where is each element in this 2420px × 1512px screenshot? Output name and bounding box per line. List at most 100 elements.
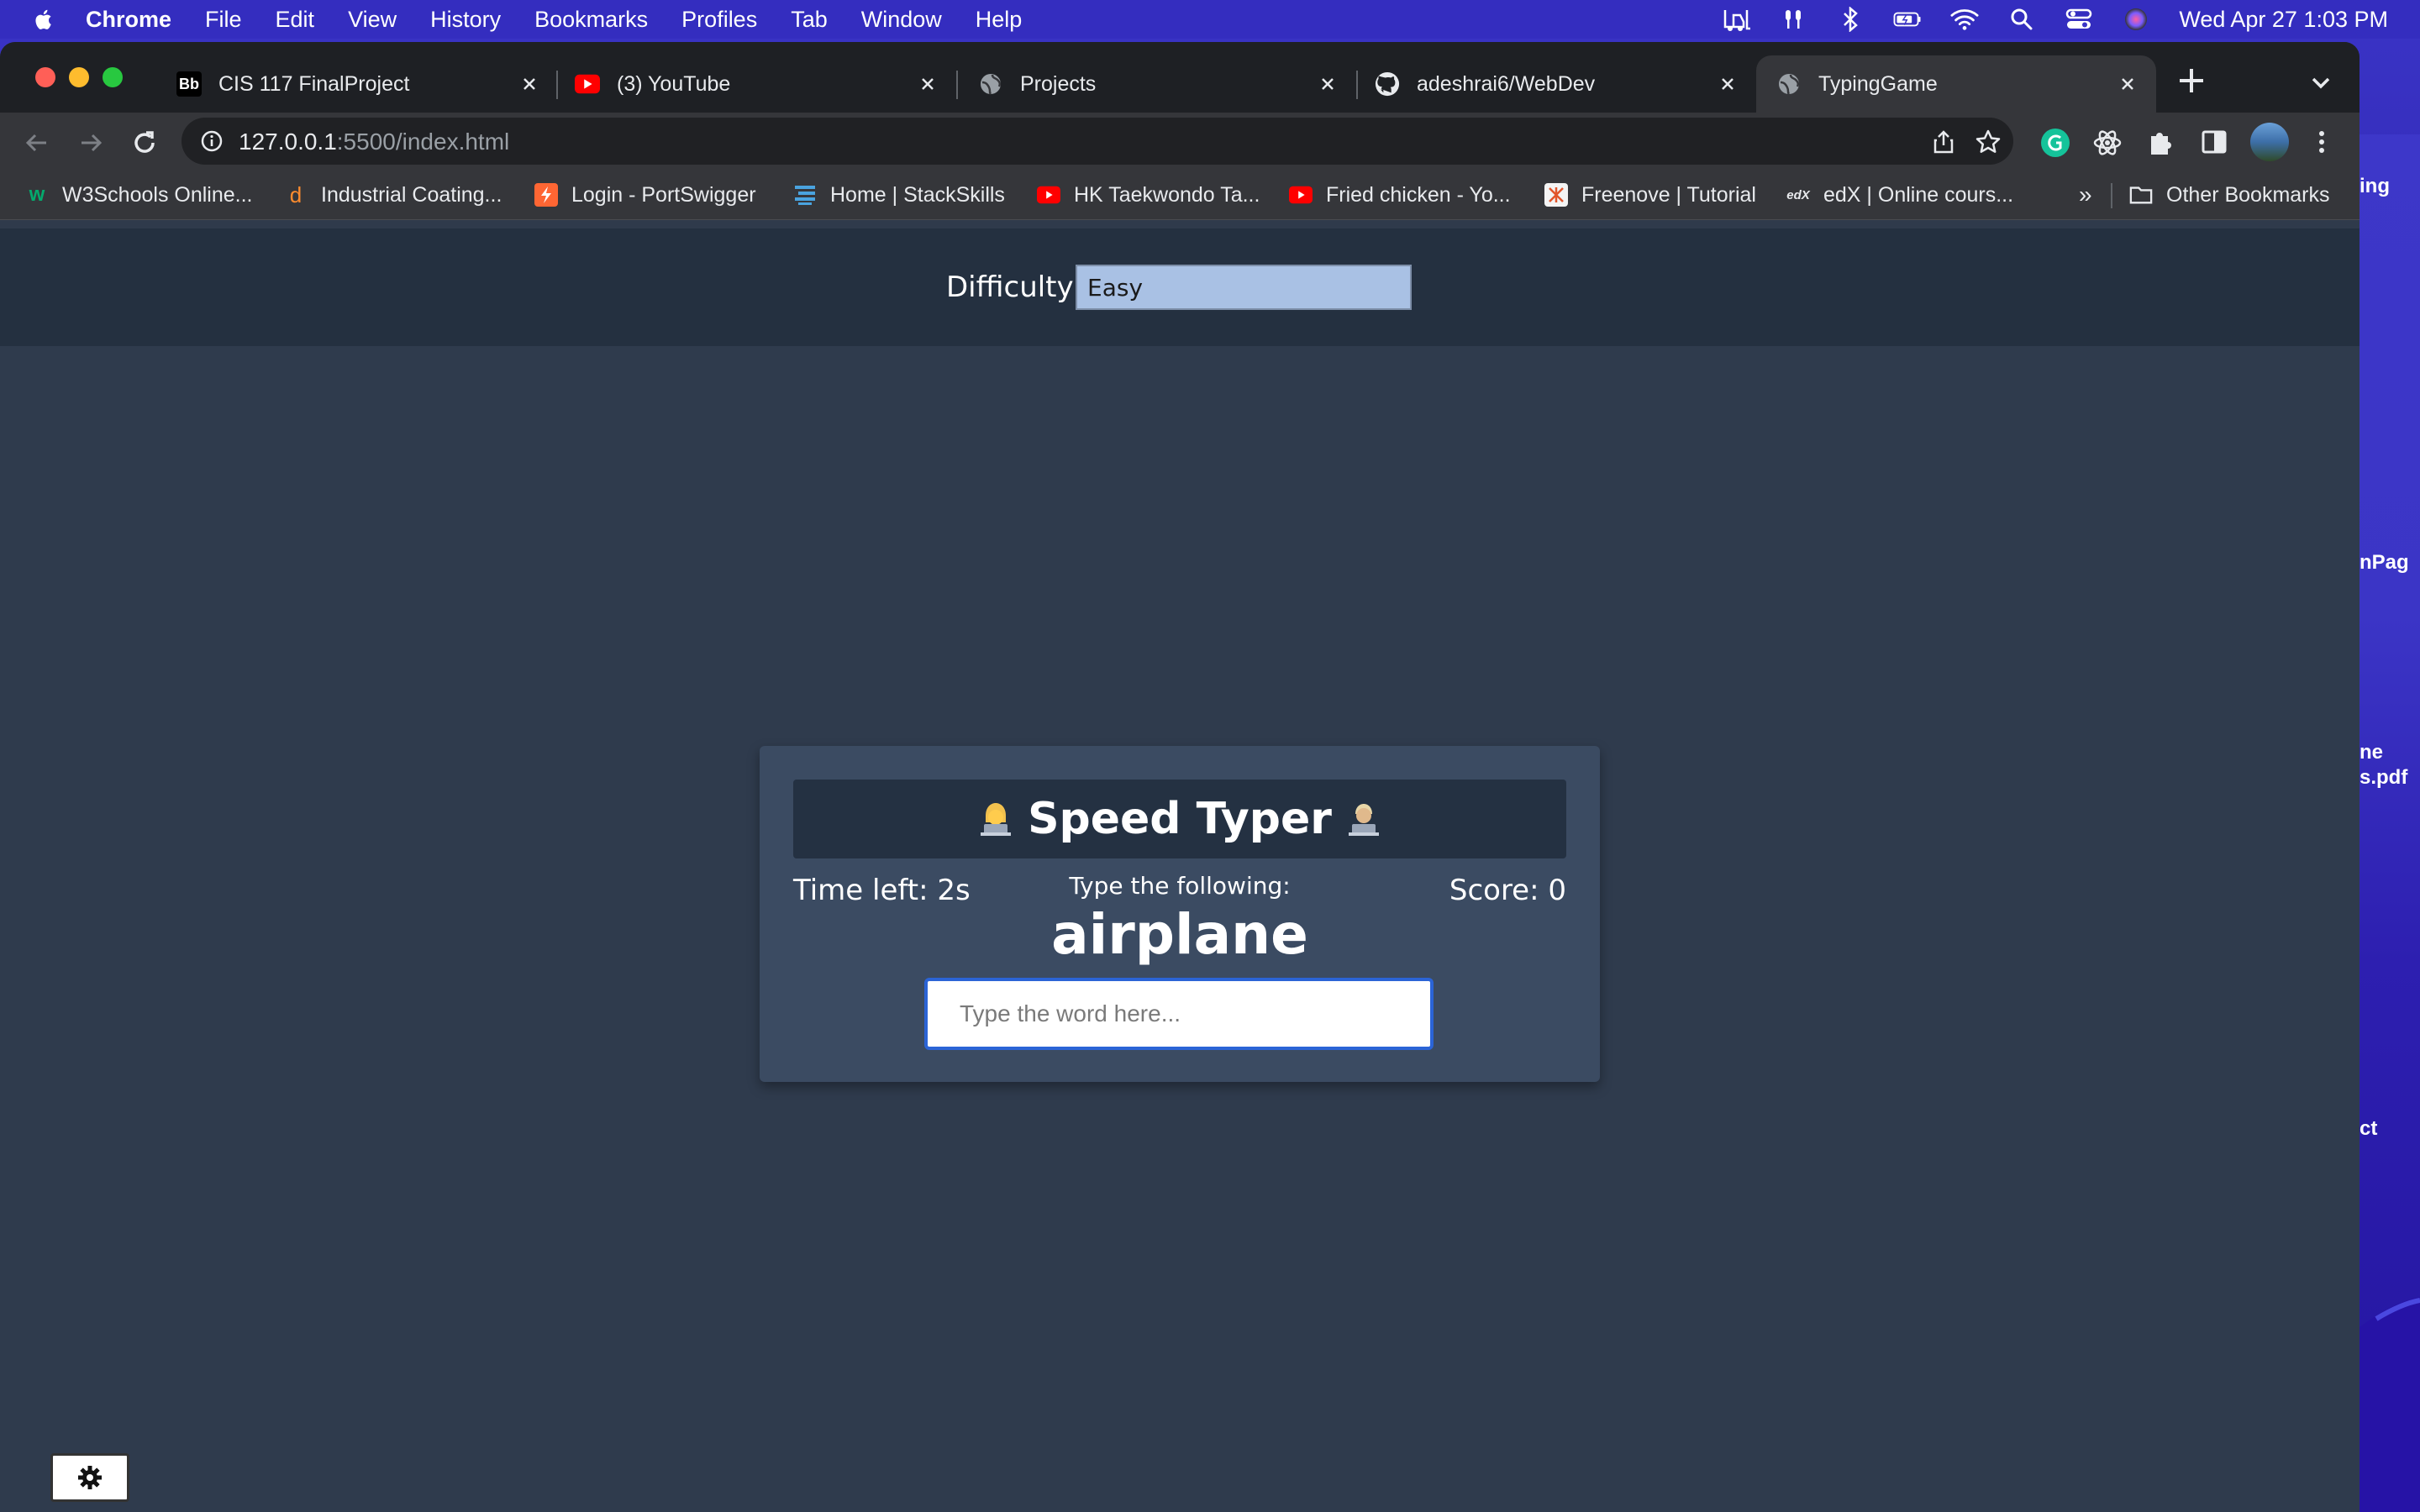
bookmark-stackskills[interactable]: Home | StackSkills [793, 178, 1005, 212]
bookmark-industrial-coating[interactable]: d Industrial Coating... [284, 178, 502, 212]
blackboard-icon: Bb [176, 71, 202, 97]
apple-logo-icon[interactable] [32, 7, 57, 32]
spotlight-search-icon[interactable] [2007, 5, 2036, 34]
tab-close-icon[interactable] [518, 72, 541, 96]
menu-app-name[interactable]: Chrome [86, 7, 171, 33]
bluetooth-icon[interactable] [1836, 5, 1865, 34]
bookmark-label: Login - PortSwigger [571, 182, 756, 207]
grammarly-extension-icon[interactable] [2040, 128, 2070, 158]
globe-icon [1776, 71, 1802, 97]
siri-icon[interactable] [2122, 5, 2150, 34]
reload-button[interactable] [129, 128, 160, 158]
forward-arrow-icon [82, 134, 103, 152]
menu-window[interactable]: Window [861, 7, 942, 33]
desktop-file-label[interactable]: nPag [2360, 551, 2409, 575]
desktop-file-label[interactable]: ing [2360, 175, 2390, 198]
back-button[interactable] [22, 128, 52, 158]
bookmark-other-folder[interactable]: Other Bookmarks [2129, 178, 2330, 212]
bookmarks-bar: w W3Schools Online... d Industrial Coati… [0, 171, 2360, 220]
window-zoom-button[interactable] [103, 67, 123, 87]
bookmark-label: W3Schools Online... [62, 182, 253, 207]
url-host: 127.0.0.1 [239, 129, 337, 155]
tab-projects[interactable]: Projects [958, 55, 1356, 113]
tab-close-icon[interactable] [1316, 72, 1339, 96]
forklift-icon[interactable] [1722, 5, 1751, 34]
profile-avatar[interactable] [2250, 123, 2289, 161]
person-at-laptop-emoji-icon [981, 803, 1012, 836]
window-minimize-button[interactable] [69, 67, 89, 87]
chrome-window: Bb CIS 117 FinalProject (3) YouTube Proj… [0, 42, 2360, 1512]
game-container: Speed Typer Time left: 2s Type the follo… [760, 746, 1600, 1082]
tab-cis117[interactable]: Bb CIS 117 FinalProject [160, 55, 558, 113]
desktop-file-label[interactable]: ne [2360, 741, 2383, 764]
difficulty-label: Difficulty [946, 270, 1074, 304]
menu-profiles[interactable]: Profiles [681, 7, 757, 33]
menu-bookmarks[interactable]: Bookmarks [534, 7, 648, 33]
menu-help[interactable]: Help [976, 7, 1023, 33]
bookmark-label: Home | StackSkills [830, 182, 1005, 207]
window-close-button[interactable] [35, 67, 55, 87]
bookmark-portswigger[interactable]: Login - PortSwigger [534, 178, 756, 212]
portswigger-icon [534, 183, 558, 207]
bookmark-w3schools[interactable]: w W3Schools Online... [25, 178, 253, 212]
difficulty-select[interactable]: Easy [1076, 265, 1412, 310]
tab-search-chevron-icon[interactable] [2307, 69, 2334, 96]
game-title: Speed Typer [1028, 794, 1332, 844]
bookmark-label: Other Bookmarks [2166, 182, 2330, 207]
youtube-icon [575, 71, 600, 97]
chrome-menu-kebab-icon[interactable] [2307, 128, 2336, 156]
menu-history[interactable]: History [430, 7, 501, 33]
share-icon[interactable] [1931, 129, 1956, 155]
bookmark-label: Industrial Coating... [321, 182, 502, 207]
gear-icon [78, 1466, 102, 1489]
desktop-file-label[interactable]: ct [2360, 1117, 2377, 1141]
game-title-bar: Speed Typer [793, 780, 1566, 858]
bookmark-label: HK Taekwondo Ta... [1074, 182, 1260, 207]
control-center-icon[interactable] [2065, 5, 2093, 34]
menubar-clock[interactable]: Wed Apr 27 1:03 PM [2179, 7, 2388, 33]
github-icon [1375, 71, 1400, 97]
site-info-icon[interactable] [200, 129, 224, 153]
tab-close-icon[interactable] [2116, 72, 2139, 96]
tab-typinggame[interactable]: TypingGame [1756, 55, 2156, 113]
desktop-file-label[interactable]: s.pdf [2360, 766, 2407, 790]
menu-view[interactable]: View [348, 7, 397, 33]
menubar-status-area: Wed Apr 27 1:03 PM [1722, 0, 2388, 39]
tab-title: (3) YouTube [617, 71, 731, 96]
forward-button[interactable] [76, 128, 106, 158]
wallpaper-curve [2360, 1297, 2420, 1512]
word-input[interactable] [924, 978, 1434, 1050]
tab-github[interactable]: adeshrai6/WebDev [1358, 55, 1756, 113]
settings-button[interactable] [50, 1453, 129, 1502]
bookmarks-overflow-chevron[interactable]: » [2079, 178, 2092, 212]
battery-icon[interactable] [1893, 5, 1922, 34]
react-devtools-icon[interactable] [2092, 128, 2123, 158]
bookmark-freenove[interactable]: Freenove | Tutorial [1544, 178, 1756, 212]
bookmark-hk-taekwondo[interactable]: HK Taekwondo Ta... [1037, 178, 1260, 212]
airpods-icon[interactable] [1779, 5, 1807, 34]
bookmark-fried-chicken[interactable]: Fried chicken - Yo... [1289, 178, 1511, 212]
new-tab-plus-icon[interactable] [2175, 64, 2208, 97]
page-viewport: Difficulty Easy Speed Typer Time left: 2… [0, 228, 2360, 1512]
d-icon: d [289, 181, 302, 207]
menu-edit[interactable]: Edit [276, 7, 315, 33]
url-text[interactable]: 127.0.0.1:5500/index.html [239, 129, 509, 155]
menu-tab[interactable]: Tab [791, 7, 828, 33]
freenove-icon [1544, 183, 1568, 207]
tab-title: adeshrai6/WebDev [1417, 71, 1596, 96]
bookmarks-divider [2111, 183, 2112, 208]
youtube-icon [1037, 183, 1060, 207]
extensions-puzzle-icon[interactable] [2146, 128, 2175, 156]
tab-youtube[interactable]: (3) YouTube [558, 55, 956, 113]
side-panel-icon[interactable] [2200, 128, 2228, 156]
wifi-icon[interactable] [1950, 5, 1979, 34]
menu-file[interactable]: File [205, 7, 242, 33]
page-header: Difficulty Easy [0, 228, 2360, 346]
bookmark-edx[interactable]: edX edX | Online cours... [1786, 178, 2013, 212]
back-arrow-icon [25, 134, 46, 152]
edx-icon: edX [1786, 187, 1810, 202]
tab-close-icon[interactable] [1716, 72, 1739, 96]
bookmark-star-icon[interactable] [1975, 129, 2002, 155]
tab-close-icon[interactable] [916, 72, 939, 96]
address-bar[interactable]: 127.0.0.1:5500/index.html [182, 118, 2013, 165]
